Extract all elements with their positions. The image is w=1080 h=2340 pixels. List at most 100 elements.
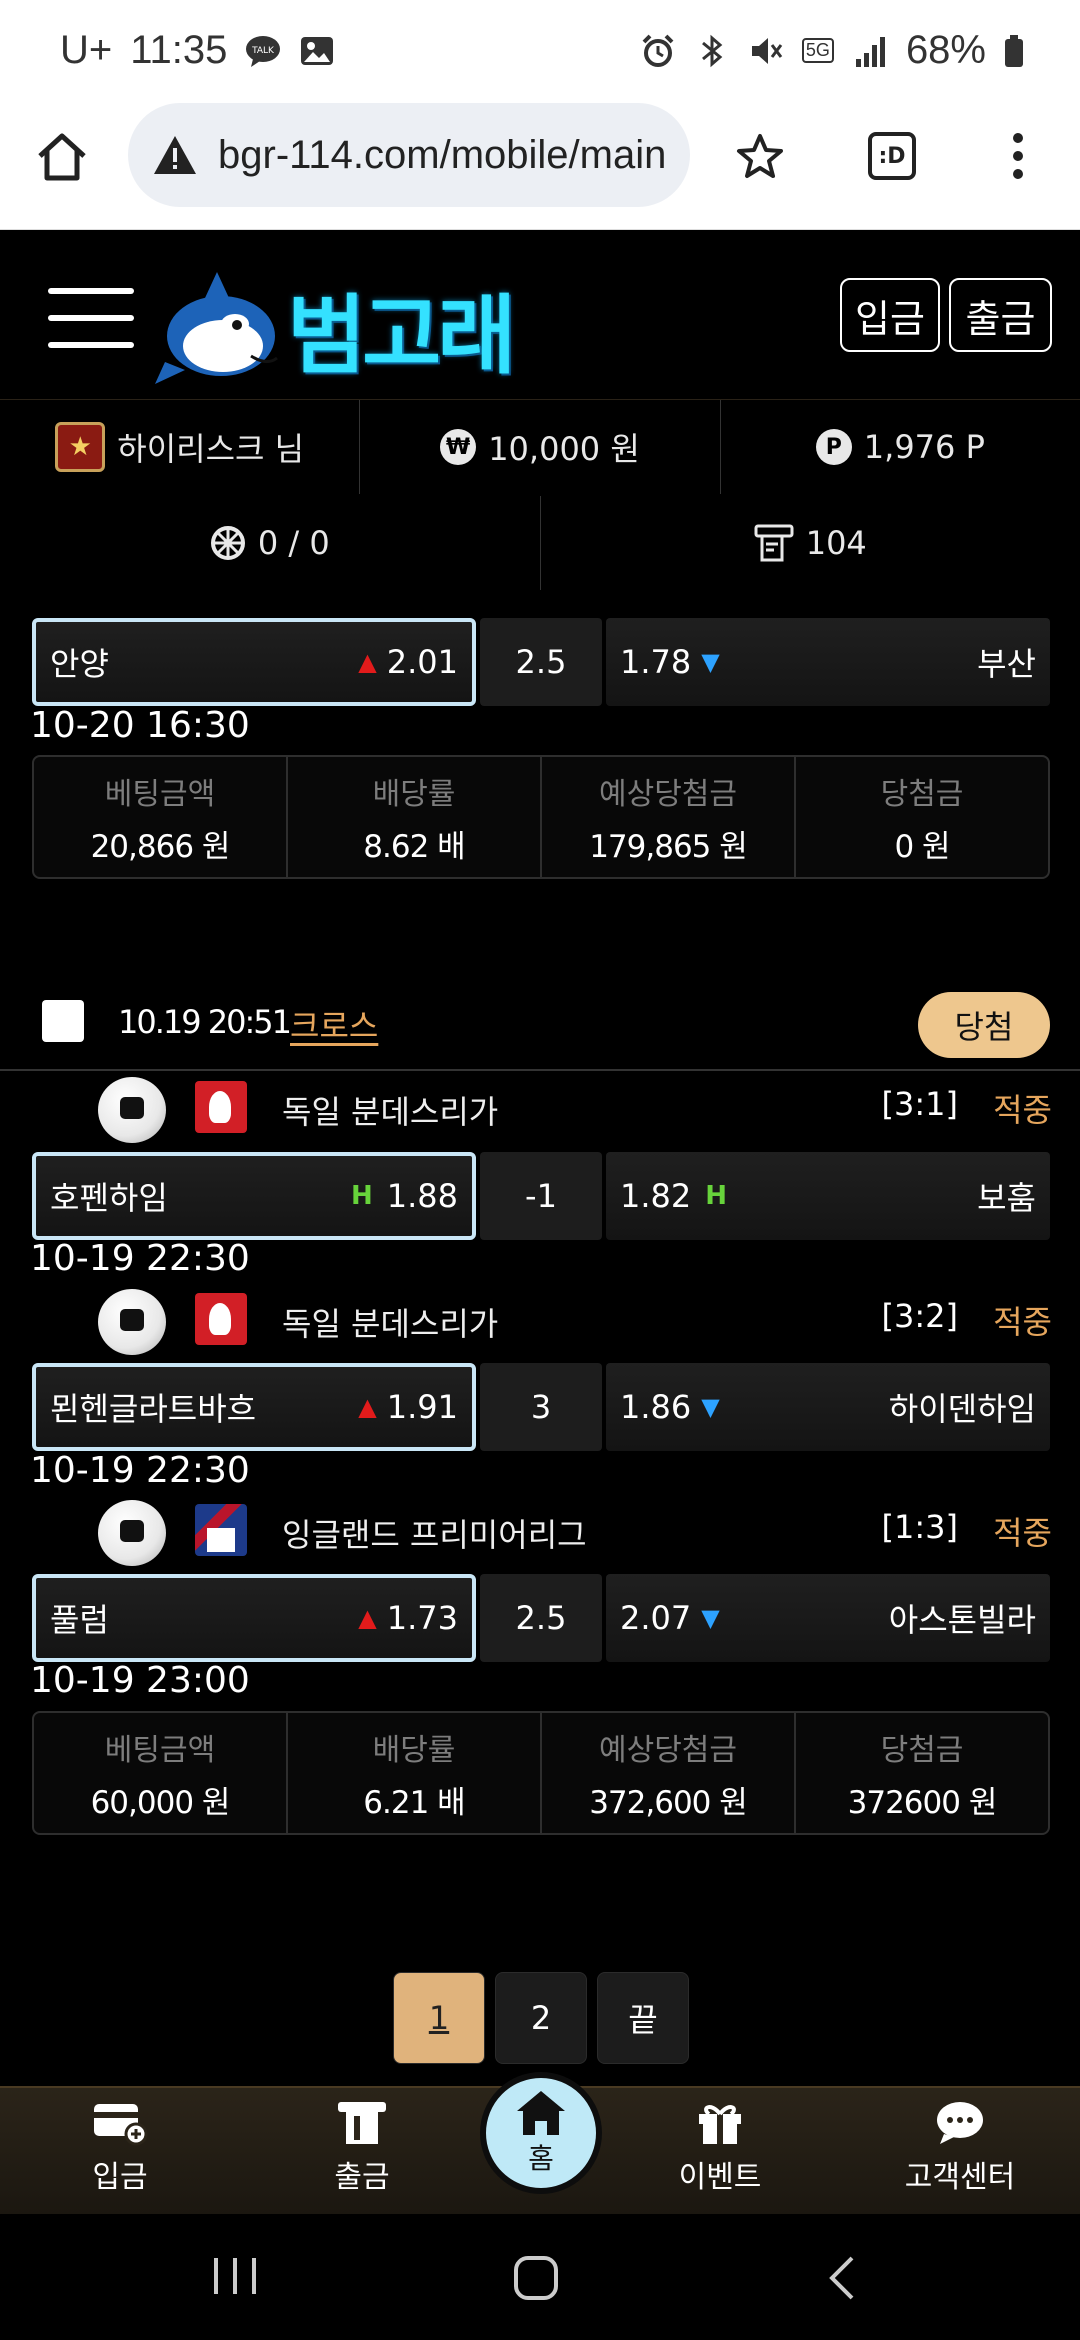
nav-support[interactable]: 고객센터	[880, 2088, 1040, 2216]
home-icon[interactable]	[32, 126, 92, 186]
gallery-icon	[299, 33, 335, 69]
handicap-line[interactable]: 2.5	[480, 618, 602, 706]
result-badge: 당첨	[918, 992, 1050, 1058]
win-amount: 372600 원	[847, 1784, 998, 1821]
withdraw-button[interactable]: 출금	[949, 278, 1052, 352]
premier-league-logo-icon	[195, 1504, 247, 1556]
page-button-2[interactable]: 2	[495, 1972, 587, 2064]
away-team: 보훔	[977, 1179, 1036, 1217]
more-menu-icon[interactable]	[988, 126, 1048, 186]
bookmark-star-icon[interactable]	[730, 126, 790, 186]
home-odds: 1.88	[386, 1177, 458, 1215]
away-team: 아스톤빌라	[888, 1601, 1036, 1639]
away-odds-button[interactable]: 2.07 ▼ 아스톤빌라	[606, 1574, 1050, 1662]
home-odds-button[interactable]: 풀럼 ▲ 1.73	[32, 1574, 476, 1662]
address-bar[interactable]: bgr-114.com/mobile/main	[128, 103, 690, 207]
bet-select-checkbox[interactable]	[42, 1000, 84, 1042]
site-logo[interactable]: 범고래	[155, 265, 516, 390]
game-status: 적중	[993, 1303, 1052, 1341]
home-nav-icon[interactable]	[512, 2254, 560, 2302]
bet-time: 10.19 20:51	[118, 1003, 292, 1041]
league-row: 독일 분데스리가 [3:1] 적중	[0, 1075, 1080, 1145]
home-team: 안양	[50, 645, 109, 683]
carrier-label: U+	[60, 28, 113, 72]
match-row: 호펜하임 H 1.88 -1 1.82 H 보훔	[32, 1152, 1050, 1240]
handicap-mark: H	[350, 1181, 373, 1211]
away-odds-button[interactable]: 1.86 ▼ 하이덴하임	[606, 1363, 1050, 1451]
site-header: 범고래 입금 출금	[0, 230, 1080, 400]
chat-icon	[937, 2102, 983, 2144]
odds-down-arrow-icon: ▼	[701, 648, 720, 676]
game-status: 적중	[993, 1091, 1052, 1129]
nav-withdraw[interactable]: 출금	[282, 2088, 442, 2216]
house-icon	[517, 2091, 565, 2135]
bets-cell[interactable]: 0 / 0	[0, 496, 540, 590]
odds-total: 8.62 배	[363, 828, 465, 865]
league-name: 독일 분데스리가	[282, 1093, 499, 1131]
deposit-button[interactable]: 입금	[840, 278, 940, 352]
message-cell[interactable]: 104	[539, 496, 1080, 590]
match-date: 10-19 22:30	[30, 1238, 250, 1279]
handicap-line[interactable]: 3	[480, 1363, 602, 1451]
nav-event[interactable]: 이벤트	[640, 2088, 800, 2216]
away-odds: 2.07	[620, 1599, 692, 1637]
match-row: 안양 ▲ 2.01 2.5 1.78 ▼ 부산	[32, 618, 1050, 706]
odds-total: 6.21 배	[363, 1784, 465, 1821]
summary-header: 예상당첨금	[599, 1732, 737, 1768]
match-date: 10-19 22:30	[30, 1450, 250, 1491]
away-team: 부산	[977, 645, 1036, 683]
soccer-ball-icon	[98, 1077, 166, 1143]
home-odds-button[interactable]: 묀헨글라트바흐 ▲ 1.91	[32, 1363, 476, 1451]
summary-header: 당첨금	[880, 1732, 964, 1768]
home-team: 호펜하임	[50, 1179, 168, 1217]
nav-label: 이벤트	[678, 2160, 762, 2195]
back-icon[interactable]	[822, 2254, 862, 2302]
expected-win: 179,865 원	[589, 828, 748, 865]
league-name: 잉글랜드 프리미어리그	[282, 1516, 587, 1554]
away-odds-button[interactable]: 1.78 ▼ 부산	[606, 618, 1050, 706]
talk-icon: TALK	[245, 33, 281, 69]
bet-summary: 베팅금액 60,000 원 배당률 6.21 배 예상당첨금 372,600 원 당첨…	[32, 1711, 1050, 1835]
match-date: 10-19 23:00	[30, 1660, 250, 1701]
tabs-button[interactable]: :D	[862, 126, 922, 186]
signal-icon	[852, 33, 888, 69]
page-last-button[interactable]: 끝	[597, 1972, 689, 2064]
nav-deposit[interactable]: 입금	[40, 2088, 200, 2216]
battery-icon	[1004, 33, 1024, 69]
match-date: 10-20 16:30	[30, 705, 250, 746]
money-cell: ₩ 10,000 원	[359, 400, 719, 494]
bet-type-link[interactable]: 크로스	[290, 1001, 378, 1047]
user-name: 하이리스크 님	[117, 430, 305, 468]
nav-home[interactable]: 홈	[480, 2072, 602, 2194]
mute-icon	[748, 33, 784, 69]
recent-apps-icon[interactable]	[210, 2254, 260, 2298]
away-odds: 1.86	[620, 1388, 692, 1426]
expected-win: 372,600 원	[589, 1784, 748, 1821]
league-row: 독일 분데스리가 [3:2] 적중	[0, 1287, 1080, 1357]
menu-icon[interactable]	[48, 288, 134, 350]
away-odds-button[interactable]: 1.82 H 보훔	[606, 1152, 1050, 1240]
withdraw-icon	[338, 2102, 386, 2144]
nav-label: 고객센터	[904, 2160, 1016, 2195]
user-name-cell[interactable]: ★ 하이리스크 님	[0, 400, 359, 494]
win-amount: 0 원	[894, 828, 950, 865]
bundesliga-logo-icon	[195, 1293, 247, 1345]
handicap-mark: H	[705, 1181, 728, 1211]
home-team: 풀럼	[50, 1601, 109, 1639]
bundesliga-logo-icon	[195, 1081, 247, 1133]
battery-level: 68%	[905, 28, 986, 72]
pagination: 1 2 끝	[393, 1972, 689, 2064]
points-balance: 1,976 P	[863, 428, 985, 466]
url-text: bgr-114.com/mobile/main	[218, 132, 667, 177]
final-score: [3:1]	[881, 1085, 958, 1123]
league-name: 독일 분데스리가	[282, 1305, 499, 1343]
bottom-nav: 입금 출금 홈 이벤트 고객센터	[0, 2072, 1080, 2216]
home-odds-button[interactable]: 안양 ▲ 2.01	[32, 618, 476, 706]
page-button-1[interactable]: 1	[393, 1972, 485, 2064]
bet-amount: 20,866 원	[90, 828, 231, 865]
handicap-line[interactable]: 2.5	[480, 1574, 602, 1662]
atm-icon	[754, 524, 794, 562]
handicap-line[interactable]: -1	[480, 1152, 602, 1240]
home-odds-button[interactable]: 호펜하임 H 1.88	[32, 1152, 476, 1240]
odds-up-arrow-icon: ▲	[358, 1604, 377, 1632]
